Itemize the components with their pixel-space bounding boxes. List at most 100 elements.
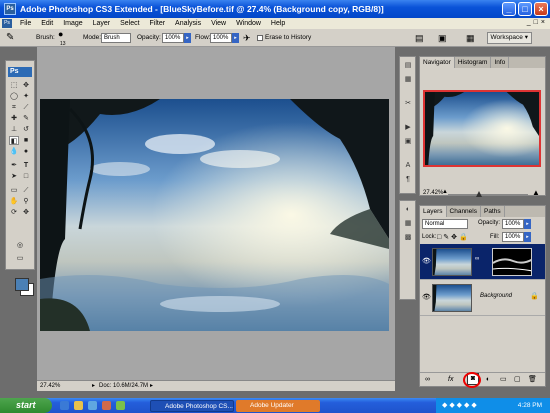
blend-mode-select[interactable]: Normal bbox=[422, 219, 468, 229]
eraser-tool-icon[interactable]: ◧ bbox=[9, 136, 19, 145]
navigator-preview[interactable] bbox=[423, 90, 541, 167]
zoom-readout[interactable]: 27.42% bbox=[40, 381, 60, 392]
zoom-in-icon[interactable]: ▲ bbox=[532, 188, 540, 197]
3d-rotate-tool-icon[interactable]: ⟳ bbox=[9, 208, 19, 217]
path-select-tool-icon[interactable]: ➤ bbox=[9, 172, 19, 181]
eye-icon[interactable]: 👁 bbox=[422, 258, 431, 266]
history-brush-icon[interactable]: ↺ bbox=[21, 125, 31, 134]
eye-icon[interactable]: 👁 bbox=[422, 294, 431, 302]
tool-presets-icon[interactable]: ▦ bbox=[403, 75, 413, 84]
crop-tool-icon[interactable]: ⌗ bbox=[9, 103, 19, 112]
maximize-button[interactable]: □ bbox=[518, 2, 532, 16]
marquee-tool-icon[interactable]: ⬚ bbox=[9, 81, 19, 90]
brushes-panel-icon[interactable]: ▤ bbox=[403, 61, 413, 70]
type-tool-icon[interactable]: T bbox=[21, 161, 31, 170]
adjustment-layer-icon[interactable]: ◐ bbox=[486, 373, 490, 387]
zoom-slider-thumb[interactable] bbox=[476, 191, 482, 197]
opacity-field[interactable]: 100% bbox=[162, 33, 184, 43]
app-icon-b[interactable] bbox=[116, 401, 125, 410]
layer-background[interactable]: 👁 Background 🔒 bbox=[420, 280, 545, 316]
stamp-tool-icon[interactable]: ⊥ bbox=[9, 125, 19, 134]
brush-tool-icon[interactable]: ✎ bbox=[21, 114, 31, 123]
flow-arrow-icon[interactable]: ▸ bbox=[232, 33, 239, 43]
workspace-button[interactable]: Workspace ▾ bbox=[486, 32, 532, 44]
palette-well-icon[interactable]: ▣ bbox=[438, 29, 447, 47]
lock-icons[interactable]: □✎✥🔒 bbox=[437, 233, 470, 241]
screen-mode-icon[interactable]: ▭ bbox=[15, 254, 25, 263]
menu-filter[interactable]: Filter bbox=[146, 18, 170, 29]
fill-arrow-icon[interactable]: ▸ bbox=[524, 232, 531, 242]
bridge-icon[interactable]: ▦ bbox=[466, 29, 475, 47]
pen-tool-icon[interactable]: ✒ bbox=[9, 161, 19, 170]
eyedropper-tool-icon[interactable]: ⟋ bbox=[21, 186, 31, 195]
menu-file[interactable]: File bbox=[16, 18, 35, 29]
hand-tool-icon[interactable]: ✋ bbox=[9, 197, 19, 206]
new-group-icon[interactable]: ▭ bbox=[500, 373, 507, 387]
chain-icon[interactable]: ∞ bbox=[475, 256, 479, 262]
flow-field[interactable]: 100% bbox=[210, 33, 232, 43]
menu-window[interactable]: Window bbox=[232, 18, 265, 29]
media-icon[interactable] bbox=[88, 401, 97, 410]
ie-icon[interactable] bbox=[60, 401, 69, 410]
slice-tool-icon[interactable]: ⟋ bbox=[21, 103, 31, 112]
blur-tool-icon[interactable]: 💧 bbox=[9, 147, 19, 156]
lasso-tool-icon[interactable]: ◯ bbox=[9, 92, 19, 101]
mode-select[interactable]: Brush bbox=[101, 33, 131, 43]
new-layer-icon[interactable]: ▢ bbox=[514, 373, 521, 387]
menu-analysis[interactable]: Analysis bbox=[171, 18, 205, 29]
trash-icon[interactable]: 🗑 bbox=[528, 373, 537, 387]
move-tool-icon[interactable]: ✥ bbox=[21, 81, 31, 90]
link-layers-icon[interactable]: ∞ bbox=[425, 373, 430, 387]
magic-wand-tool-icon[interactable]: ✦ bbox=[21, 92, 31, 101]
app-icon-a[interactable] bbox=[102, 401, 111, 410]
menu-help[interactable]: Help bbox=[267, 18, 289, 29]
menu-select[interactable]: Select bbox=[116, 18, 143, 29]
foreground-color-swatch[interactable] bbox=[15, 278, 29, 291]
color-panel-icon[interactable]: ◐ bbox=[403, 205, 413, 214]
ps-menu-icon[interactable]: Ps bbox=[2, 18, 12, 28]
tab-info[interactable]: Info bbox=[491, 57, 510, 68]
paragraph-icon[interactable]: ¶ bbox=[403, 175, 413, 184]
tab-histogram[interactable]: Histogram bbox=[455, 57, 492, 68]
gradient-tool-icon[interactable]: ■ bbox=[21, 136, 31, 145]
explorer-icon[interactable] bbox=[74, 401, 83, 410]
erase-history-checkbox[interactable] bbox=[257, 35, 263, 41]
task-adobe-updater[interactable]: Adobe Updater bbox=[236, 400, 320, 412]
tab-navigator[interactable]: Navigator bbox=[420, 57, 455, 68]
tray-icons[interactable]: ◆ ◆ ◆ ◆ ◆ bbox=[442, 398, 477, 413]
eraser-icon[interactable]: ✎ bbox=[6, 29, 14, 47]
minimize-button[interactable]: _ bbox=[502, 2, 516, 16]
menu-view[interactable]: View bbox=[207, 18, 230, 29]
zoom-slider[interactable] bbox=[448, 194, 528, 196]
healing-tool-icon[interactable]: ✚ bbox=[9, 114, 19, 123]
close-button[interactable]: × bbox=[534, 2, 548, 16]
history-icon[interactable]: ✂ bbox=[403, 99, 413, 108]
layer-style-icon[interactable]: fx bbox=[448, 373, 453, 387]
airbrush-icon[interactable]: ✈ bbox=[243, 29, 251, 47]
status-menu-icon[interactable]: ▸ bbox=[150, 381, 153, 392]
layer-background-copy[interactable]: 👁 ∞ bbox=[420, 244, 545, 280]
notes-tool-icon[interactable]: ▭ bbox=[9, 186, 19, 195]
menu-layer[interactable]: Layer bbox=[89, 18, 115, 29]
opacity-arrow-icon[interactable]: ▸ bbox=[184, 33, 191, 43]
tab-layers[interactable]: Layers bbox=[420, 206, 447, 217]
dodge-tool-icon[interactable]: ● bbox=[21, 147, 31, 156]
navigator-zoom[interactable]: 27.42% bbox=[423, 190, 443, 196]
3d-pan-tool-icon[interactable]: ✥ bbox=[21, 208, 31, 217]
quick-mask-icon[interactable]: ◎ bbox=[15, 241, 25, 250]
fill-field[interactable]: 100% bbox=[502, 232, 524, 242]
actions-icon[interactable]: ▶ bbox=[403, 123, 413, 132]
tab-channels[interactable]: Channels bbox=[447, 206, 481, 217]
swatches-icon[interactable]: ▦ bbox=[403, 219, 413, 228]
layer-opacity-arrow-icon[interactable]: ▸ bbox=[524, 219, 531, 229]
document-window-controls[interactable]: _□× bbox=[508, 19, 548, 28]
layer-comps-icon[interactable]: ▣ bbox=[403, 137, 413, 146]
status-arrow-icon[interactable]: ▸ bbox=[92, 381, 95, 392]
character-icon[interactable]: A bbox=[403, 161, 413, 170]
task-photoshop[interactable]: Adobe Photoshop CS... bbox=[150, 400, 234, 412]
document-image[interactable] bbox=[40, 99, 389, 331]
layer-mask-thumbnail[interactable] bbox=[492, 248, 532, 276]
start-button[interactable]: start bbox=[0, 398, 52, 413]
menu-edit[interactable]: Edit bbox=[37, 18, 57, 29]
shape-tool-icon[interactable]: □ bbox=[21, 172, 31, 181]
